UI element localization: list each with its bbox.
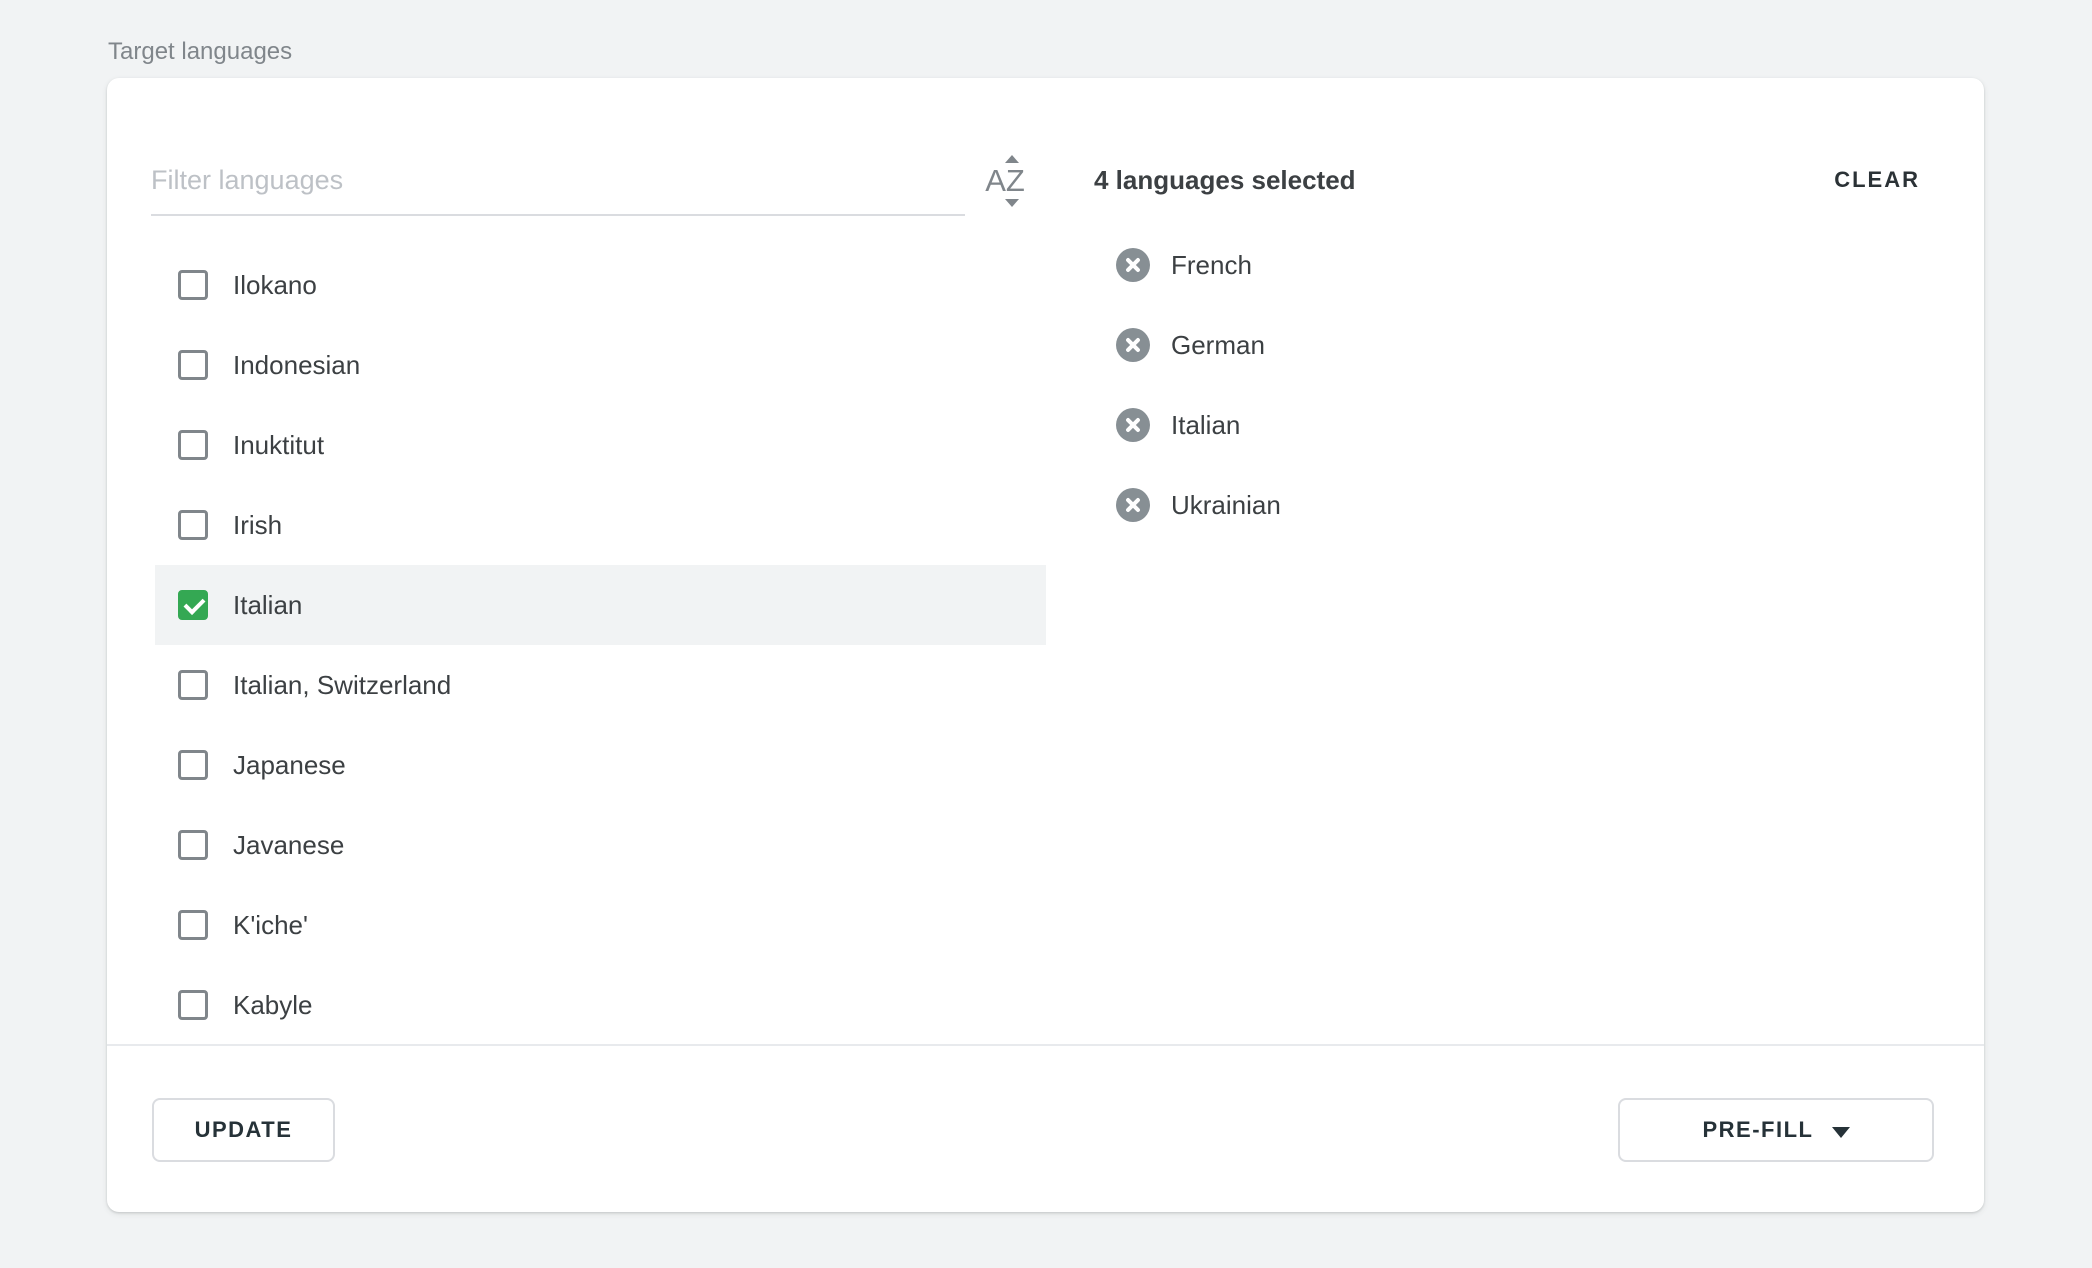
language-label: Irish (233, 510, 282, 541)
language-label: Kabyle (233, 990, 313, 1021)
language-label: Ilokano (233, 270, 317, 301)
update-button[interactable]: UPDATE (152, 1098, 335, 1162)
selected-language-item: Italian (1116, 385, 1281, 465)
checkbox-icon[interactable] (178, 750, 208, 780)
language-label: K'iche' (233, 910, 308, 941)
card-footer: UPDATE PRE-FILL (107, 1044, 1984, 1212)
checkbox-icon[interactable] (178, 990, 208, 1020)
language-label: Italian, Switzerland (233, 670, 451, 701)
checkbox-icon[interactable] (178, 670, 208, 700)
selected-language-item: Ukrainian (1116, 465, 1281, 545)
selected-language-item: French (1116, 225, 1281, 305)
sort-down-arrow-icon (1005, 199, 1019, 207)
language-label: Indonesian (233, 350, 360, 381)
filter-field (151, 146, 965, 216)
sort-az-letters: AZ (985, 166, 1025, 196)
selected-language-label: Italian (1171, 410, 1240, 441)
selected-header: 4 languages selected CLEAR (1094, 162, 1920, 198)
filter-languages-input[interactable] (151, 165, 965, 196)
language-row[interactable]: Javanese (155, 805, 1046, 885)
language-row[interactable]: Irish (155, 485, 1046, 565)
page-title: Target languages (108, 38, 292, 66)
selected-language-label: German (1171, 330, 1265, 361)
language-row[interactable]: Indonesian (155, 325, 1046, 405)
checkbox-icon[interactable] (178, 350, 208, 380)
language-label: Japanese (233, 750, 346, 781)
language-label: Javanese (233, 830, 344, 861)
language-row[interactable]: Ilokano (155, 245, 1046, 325)
target-languages-card: AZ Ilokano Indonesian Inuktitut Irish It… (107, 78, 1984, 1212)
selected-count-label: 4 languages selected (1094, 165, 1356, 196)
remove-language-icon[interactable] (1116, 328, 1150, 362)
checkbox-icon[interactable] (178, 910, 208, 940)
language-row[interactable]: Inuktitut (155, 405, 1046, 485)
language-row[interactable]: Kabyle (155, 965, 1046, 1045)
prefill-button[interactable]: PRE-FILL (1618, 1098, 1934, 1162)
update-button-label: UPDATE (195, 1117, 293, 1143)
prefill-button-label: PRE-FILL (1703, 1117, 1814, 1143)
sort-up-arrow-icon (1005, 155, 1019, 163)
sort-az-icon[interactable]: AZ (975, 142, 1035, 220)
language-list: Ilokano Indonesian Inuktitut Irish Itali… (155, 245, 1046, 1045)
checkbox-icon[interactable] (178, 270, 208, 300)
language-row[interactable]: Italian, Switzerland (155, 645, 1046, 725)
checkbox-checked-icon[interactable] (178, 590, 208, 620)
remove-language-icon[interactable] (1116, 408, 1150, 442)
language-label: Inuktitut (233, 430, 324, 461)
checkbox-icon[interactable] (178, 510, 208, 540)
language-row[interactable]: Italian (155, 565, 1046, 645)
selected-language-list: French German Italian Ukrainian (1116, 225, 1281, 545)
remove-language-icon[interactable] (1116, 488, 1150, 522)
selected-language-item: German (1116, 305, 1281, 385)
clear-button[interactable]: CLEAR (1834, 167, 1920, 193)
language-row[interactable]: Japanese (155, 725, 1046, 805)
selected-language-label: French (1171, 250, 1252, 281)
language-label: Italian (233, 590, 302, 621)
language-row[interactable]: K'iche' (155, 885, 1046, 965)
remove-language-icon[interactable] (1116, 248, 1150, 282)
checkbox-icon[interactable] (178, 430, 208, 460)
selected-language-label: Ukrainian (1171, 490, 1281, 521)
checkbox-icon[interactable] (178, 830, 208, 860)
chevron-down-icon (1832, 1127, 1850, 1138)
